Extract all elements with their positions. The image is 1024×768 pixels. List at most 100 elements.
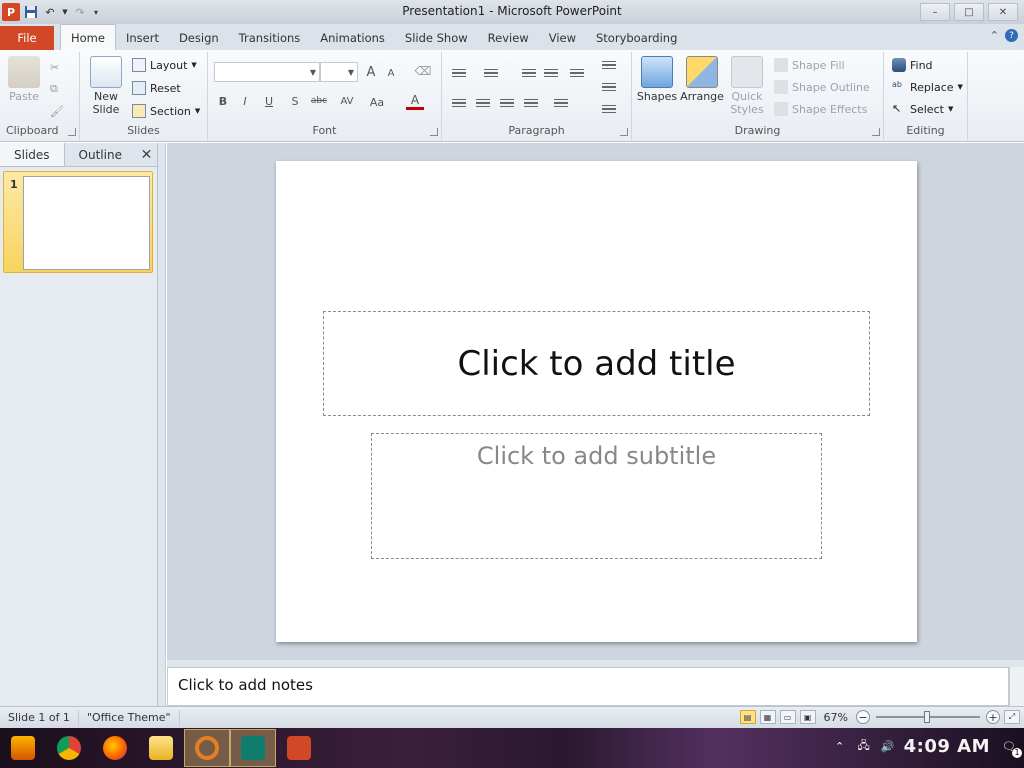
minimize-ribbon-icon[interactable]: ⌃ (990, 29, 999, 42)
taskbar-firefox[interactable] (92, 729, 138, 767)
fit-to-window-icon[interactable]: ⤢ (1004, 710, 1020, 724)
zoom-level[interactable]: 67% (820, 711, 852, 724)
tab-insert[interactable]: Insert (116, 26, 169, 50)
tab-slides[interactable]: Slides (0, 143, 65, 166)
customize-toolbar-icon[interactable]: ▾ (91, 4, 101, 20)
grow-font-icon[interactable]: A (362, 63, 380, 81)
paragraph-launcher-icon[interactable] (620, 128, 628, 136)
font-size-combo[interactable]: ▼ (320, 62, 358, 82)
redo-icon[interactable]: ↷ (72, 4, 88, 20)
zoom-out-icon[interactable]: − (856, 710, 870, 724)
replace-button[interactable]: ab Replace ▼ (892, 78, 963, 96)
start-button[interactable] (0, 729, 46, 767)
shapes-button[interactable]: Shapes (636, 56, 678, 103)
section-button[interactable]: Section ▼ (132, 102, 200, 120)
character-spacing-icon[interactable]: AV (336, 92, 358, 110)
decrease-indent-icon[interactable] (520, 64, 538, 82)
shape-fill-button[interactable]: Shape Fill (774, 56, 845, 74)
tab-file[interactable]: File (0, 26, 54, 50)
smartart-icon[interactable] (600, 100, 618, 118)
title-placeholder[interactable]: Click to add title (323, 311, 870, 416)
slide-thumbnail[interactable] (23, 176, 150, 270)
zoom-slider[interactable] (876, 711, 980, 723)
change-case-icon[interactable]: Aa (366, 93, 388, 111)
paste-button[interactable]: Paste (4, 56, 44, 103)
volume-icon[interactable]: 🔊 (880, 740, 896, 754)
save-icon[interactable] (23, 4, 39, 20)
text-direction-icon[interactable] (600, 56, 618, 74)
format-painter-icon[interactable]: 🖌 (50, 102, 64, 120)
underline-icon[interactable]: U (260, 92, 278, 110)
help-icon[interactable]: ? (1005, 29, 1018, 42)
taskbar-file-explorer[interactable] (138, 729, 184, 767)
new-slide-button[interactable]: New Slide (86, 56, 126, 116)
network-icon[interactable]: 🖧 (856, 739, 872, 754)
normal-view-icon[interactable]: ▤ (739, 710, 756, 724)
close-pane-icon[interactable]: ✕ (136, 143, 157, 166)
increase-indent-icon[interactable] (542, 64, 560, 82)
bold-icon[interactable]: B (214, 92, 232, 110)
arrange-button[interactable]: Arrange (680, 56, 724, 103)
select-button[interactable]: ↖ Select ▼ (892, 100, 953, 118)
undo-icon[interactable]: ↶ (42, 4, 58, 20)
taskbar-search-app[interactable] (184, 729, 230, 767)
tab-animations[interactable]: Animations (310, 26, 395, 50)
shrink-font-icon[interactable]: A (382, 64, 400, 82)
quick-styles-button[interactable]: Quick Styles (726, 56, 768, 116)
shadow-icon[interactable]: S (286, 92, 304, 110)
tab-design[interactable]: Design (169, 26, 229, 50)
strikethrough-icon[interactable]: abc (308, 92, 330, 110)
font-name-combo[interactable]: ▼ (214, 62, 320, 82)
reading-view-icon[interactable]: ▭ (779, 710, 796, 724)
reset-button[interactable]: Reset (132, 79, 181, 97)
justify-icon[interactable] (522, 94, 540, 112)
line-spacing-icon[interactable] (568, 64, 586, 82)
subtitle-placeholder[interactable]: Click to add subtitle (371, 433, 822, 559)
copy-icon[interactable]: ⧉ (50, 80, 58, 98)
notes-field[interactable]: Click to add notes (167, 667, 1009, 706)
italic-icon[interactable]: I (236, 92, 254, 110)
slide-show-icon[interactable]: ▣ (799, 710, 816, 724)
theme-name[interactable]: "Office Theme" (79, 709, 180, 726)
tab-storyboarding[interactable]: Storyboarding (586, 26, 687, 50)
taskbar-publisher[interactable] (230, 729, 276, 767)
tab-transitions[interactable]: Transitions (229, 26, 311, 50)
show-hidden-icons-icon[interactable]: ⌃ (832, 740, 848, 754)
taskbar-powerpoint[interactable] (276, 729, 322, 767)
notifications-icon[interactable]: 🗨 1 (998, 740, 1022, 758)
align-text-icon[interactable] (600, 78, 618, 96)
slide-canvas[interactable]: Click to add title Click to add subtitle (276, 161, 917, 642)
pane-splitter[interactable] (158, 143, 166, 706)
align-center-icon[interactable] (474, 94, 492, 112)
zoom-slider-thumb[interactable] (924, 711, 930, 723)
dropdown-arrow-icon[interactable]: ▼ (61, 4, 69, 20)
layout-button[interactable]: Layout ▼ (132, 56, 197, 74)
tab-view[interactable]: View (539, 26, 586, 50)
align-right-icon[interactable] (498, 94, 516, 112)
close-button[interactable]: ✕ (988, 3, 1018, 21)
columns-icon[interactable] (552, 94, 570, 112)
bullets-icon[interactable] (450, 64, 468, 82)
find-button[interactable]: Find (892, 56, 933, 74)
notes-scrollbar[interactable] (1009, 667, 1024, 706)
taskbar-chrome[interactable] (46, 729, 92, 767)
slide-sorter-icon[interactable]: ▦ (759, 710, 776, 724)
tab-outline[interactable]: Outline (65, 143, 136, 166)
zoom-in-icon[interactable]: + (986, 710, 1000, 724)
align-left-icon[interactable] (450, 94, 468, 112)
font-launcher-icon[interactable] (430, 128, 438, 136)
drawing-launcher-icon[interactable] (872, 128, 880, 136)
tab-review[interactable]: Review (478, 26, 539, 50)
clock[interactable]: 4:09 AM (904, 736, 990, 757)
tab-home[interactable]: Home (60, 24, 116, 50)
shape-effects-button[interactable]: Shape Effects (774, 100, 867, 118)
tab-slide-show[interactable]: Slide Show (395, 26, 478, 50)
cut-icon[interactable]: ✂ (50, 58, 59, 76)
shape-outline-button[interactable]: Shape Outline (774, 78, 870, 96)
minimize-button[interactable]: – (920, 3, 950, 21)
clear-formatting-icon[interactable]: ⌫ (414, 62, 432, 80)
numbering-icon[interactable] (482, 64, 500, 82)
font-color-icon[interactable]: A (406, 92, 424, 110)
slide-thumbnail-row[interactable]: 1 (3, 171, 153, 273)
notes-splitter[interactable] (167, 660, 1024, 667)
